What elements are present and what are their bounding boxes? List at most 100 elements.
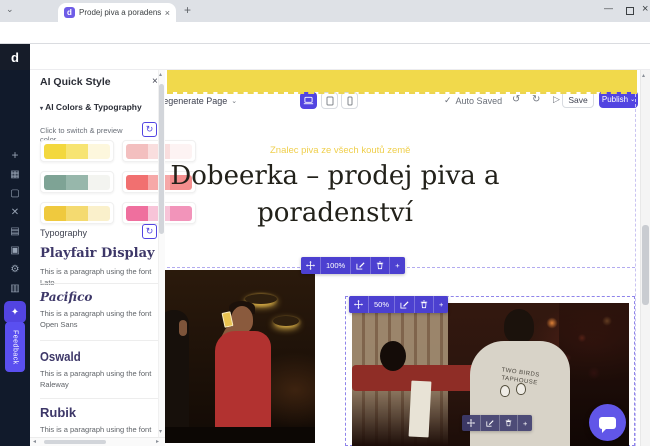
bird-print-shape <box>500 385 510 397</box>
section-toolbar: 100% + <box>301 257 405 274</box>
sidebar-ai-wand-button[interactable]: ✦ <box>4 301 26 323</box>
redo-icon[interactable]: ↻ <box>532 94 540 105</box>
autosave-label: Auto Saved <box>455 95 503 106</box>
figure-silhouette <box>380 341 406 371</box>
device-mobile-button[interactable] <box>341 92 358 109</box>
panel-scrollbar-thumb[interactable] <box>159 84 164 234</box>
sidebar-embed-icon[interactable]: ✕ <box>0 207 30 218</box>
window-minimize-button[interactable]: — <box>604 3 613 13</box>
move-handle-icon[interactable] <box>462 415 481 431</box>
color-swatch[interactable] <box>126 143 148 159</box>
site-navbar-block[interactable] <box>167 70 637 92</box>
color-swatch[interactable] <box>44 205 66 221</box>
panel-section-header[interactable]: ▾ AI Colors & Typography <box>40 102 142 112</box>
section-label: AI Colors & Typography <box>45 102 142 112</box>
chat-bubble-icon <box>599 416 616 433</box>
divider <box>40 340 158 341</box>
tab-close-icon[interactable]: × <box>165 8 170 18</box>
builder-sidebar: + ▦ ▢ ✕ ▤ ▣ ⚙ ▥ ✦ Feedback ▬ ▯ ↺ <box>0 70 30 446</box>
tab-search-chevron-icon[interactable]: ⌄ <box>6 4 14 15</box>
scroll-up-icon[interactable]: ▴ <box>159 71 162 78</box>
menu-paper-shape <box>408 380 432 438</box>
hero-image-left[interactable] <box>165 270 315 443</box>
delete-image-icon[interactable] <box>415 296 435 313</box>
color-swatch[interactable] <box>88 143 110 159</box>
sidebar-pages-icon[interactable]: ▢ <box>0 188 30 199</box>
typography-label: Typography <box>40 228 88 238</box>
window-close-button[interactable]: × <box>642 3 648 15</box>
image-toolbar: 50% + <box>349 296 449 313</box>
lamp-shape <box>273 316 299 326</box>
scroll-right-icon[interactable]: ▸ <box>156 438 159 445</box>
browser-tab[interactable]: d Prodej piva a poradenství z ma × <box>58 3 176 22</box>
color-swatch[interactable] <box>66 205 88 221</box>
font-card-name[interactable]: Rubik <box>40 405 76 420</box>
undo-icon[interactable]: ↺ <box>512 94 520 105</box>
device-desktop-button[interactable] <box>300 92 317 109</box>
figure-silhouette <box>165 310 189 443</box>
font-card-name[interactable]: Oswald <box>40 349 81 364</box>
move-handle-icon[interactable] <box>349 296 369 313</box>
color-palette[interactable] <box>40 171 114 193</box>
scroll-up-icon[interactable]: ▴ <box>642 72 645 79</box>
laptop-icon <box>303 96 314 105</box>
feedback-button[interactable]: Feedback <box>5 322 25 372</box>
section-dashed-border <box>167 92 637 94</box>
publish-label: Publish <box>601 95 629 104</box>
sidebar-collections-icon[interactable]: ▥ <box>0 283 30 294</box>
add-column-icon[interactable]: + <box>518 415 532 431</box>
preview-play-icon[interactable]: ▷ <box>553 94 560 105</box>
hero-heading[interactable]: Dobeerka – prodej piva a poradenství <box>170 158 500 232</box>
section-dashed-border <box>635 94 636 446</box>
edit-section-icon[interactable] <box>351 257 372 274</box>
edit-column-icon[interactable] <box>481 415 500 431</box>
tablet-icon <box>326 96 333 105</box>
section-width-value[interactable]: 100% <box>321 257 352 274</box>
color-swatch[interactable] <box>66 143 88 159</box>
column-toolbar: + <box>462 415 533 431</box>
scroll-down-icon[interactable]: ▾ <box>159 428 162 435</box>
add-image-icon[interactable]: + <box>434 296 448 313</box>
color-swatch[interactable] <box>66 174 88 190</box>
color-swatch[interactable] <box>44 143 66 159</box>
sidebar-blocks-icon[interactable]: ▦ <box>0 169 30 180</box>
move-handle-icon[interactable] <box>301 257 321 274</box>
delete-column-icon[interactable] <box>500 415 518 431</box>
check-icon: ✓ <box>444 95 452 105</box>
new-tab-button[interactable]: + <box>184 3 191 17</box>
color-swatch[interactable] <box>88 174 110 190</box>
sidebar-settings-gear-icon[interactable]: ⚙ <box>0 264 30 275</box>
edit-image-icon[interactable] <box>395 296 416 313</box>
panel-scrollbar-thumb[interactable] <box>44 440 106 444</box>
scroll-left-icon[interactable]: ◂ <box>33 438 36 445</box>
color-swatch[interactable] <box>126 205 148 221</box>
font-card-name[interactable]: Pacifico <box>40 290 92 304</box>
dorik-logo[interactable]: d <box>0 44 30 70</box>
delete-section-icon[interactable] <box>371 257 391 274</box>
sidebar-add-icon[interactable]: + <box>0 148 30 162</box>
color-swatch[interactable] <box>170 143 192 159</box>
sidebar-docs-icon[interactable]: ▤ <box>0 226 30 237</box>
font-card-name[interactable]: Playfair Display <box>40 246 155 261</box>
divider <box>40 283 158 284</box>
chat-widget-button[interactable] <box>589 404 626 441</box>
panel-title: AI Quick Style <box>40 76 111 88</box>
panel-close-icon[interactable]: × <box>152 76 158 87</box>
color-swatch[interactable] <box>44 174 66 190</box>
hero-tagline[interactable]: Znalec piva ze všech koutů země <box>270 145 410 156</box>
color-swatch[interactable] <box>126 174 148 190</box>
regenerate-page-label: Regenerate Page <box>156 96 228 106</box>
canvas-scrollbar-thumb[interactable] <box>642 225 649 305</box>
add-section-icon[interactable]: + <box>390 257 404 274</box>
color-swatch[interactable] <box>88 205 110 221</box>
window-maximize-button[interactable] <box>626 7 634 15</box>
browser-tab-strip: ⌄ d Prodej piva a poradenství z ma × + —… <box>0 0 650 22</box>
color-palette[interactable] <box>40 140 114 162</box>
device-tablet-button[interactable] <box>321 92 338 109</box>
image-width-value[interactable]: 50% <box>369 296 396 313</box>
color-palette[interactable] <box>40 202 114 224</box>
figure-head <box>504 309 534 343</box>
sidebar-media-icon[interactable]: ▣ <box>0 245 30 256</box>
refresh-colors-button[interactable]: ↻ <box>142 122 157 137</box>
refresh-typography-button[interactable]: ↻ <box>142 224 157 239</box>
